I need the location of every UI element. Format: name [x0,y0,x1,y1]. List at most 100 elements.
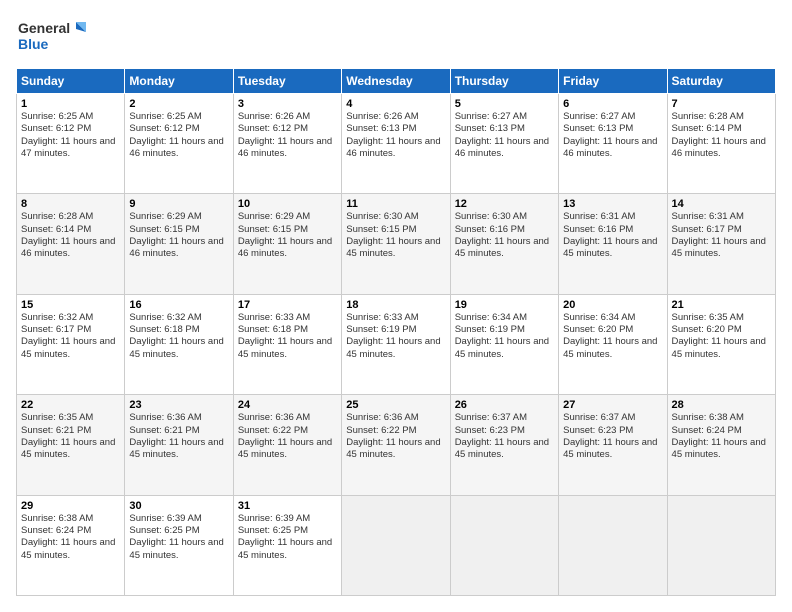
calendar-cell: 6 Sunrise: 6:27 AMSunset: 6:13 PMDayligh… [559,94,667,194]
day-info: Sunrise: 6:37 AMSunset: 6:23 PMDaylight:… [563,412,657,460]
day-info: Sunrise: 6:38 AMSunset: 6:24 PMDaylight:… [21,513,115,561]
day-number: 20 [563,299,662,311]
calendar-cell [450,495,558,595]
day-info: Sunrise: 6:26 AMSunset: 6:13 PMDaylight:… [346,111,440,159]
day-info: Sunrise: 6:39 AMSunset: 6:25 PMDaylight:… [129,513,223,561]
day-info: Sunrise: 6:27 AMSunset: 6:13 PMDaylight:… [455,111,549,159]
logo-svg: General Blue [16,16,86,58]
calendar-cell: 25 Sunrise: 6:36 AMSunset: 6:22 PMDaylig… [342,395,450,495]
calendar-cell: 27 Sunrise: 6:37 AMSunset: 6:23 PMDaylig… [559,395,667,495]
day-info: Sunrise: 6:30 AMSunset: 6:16 PMDaylight:… [455,211,549,259]
day-info: Sunrise: 6:27 AMSunset: 6:13 PMDaylight:… [563,111,657,159]
day-number: 26 [455,399,554,411]
logo: General Blue [16,16,86,58]
day-info: Sunrise: 6:31 AMSunset: 6:17 PMDaylight:… [672,211,766,259]
calendar-cell: 7 Sunrise: 6:28 AMSunset: 6:14 PMDayligh… [667,94,775,194]
calendar-cell: 21 Sunrise: 6:35 AMSunset: 6:20 PMDaylig… [667,294,775,394]
day-number: 29 [21,500,120,512]
calendar-cell: 3 Sunrise: 6:26 AMSunset: 6:12 PMDayligh… [233,94,341,194]
day-info: Sunrise: 6:36 AMSunset: 6:21 PMDaylight:… [129,412,223,460]
day-info: Sunrise: 6:36 AMSunset: 6:22 PMDaylight:… [346,412,440,460]
calendar-day-header: Sunday [17,69,125,94]
calendar-cell: 23 Sunrise: 6:36 AMSunset: 6:21 PMDaylig… [125,395,233,495]
day-info: Sunrise: 6:31 AMSunset: 6:16 PMDaylight:… [563,211,657,259]
calendar-cell: 5 Sunrise: 6:27 AMSunset: 6:13 PMDayligh… [450,94,558,194]
calendar-cell: 13 Sunrise: 6:31 AMSunset: 6:16 PMDaylig… [559,194,667,294]
day-number: 14 [672,198,771,210]
page: General Blue SundayMondayTuesdayWednesda… [0,0,792,612]
svg-text:Blue: Blue [18,36,49,52]
calendar-cell: 1 Sunrise: 6:25 AMSunset: 6:12 PMDayligh… [17,94,125,194]
calendar-week-row: 29 Sunrise: 6:38 AMSunset: 6:24 PMDaylig… [17,495,776,595]
day-info: Sunrise: 6:35 AMSunset: 6:21 PMDaylight:… [21,412,115,460]
calendar-cell [559,495,667,595]
day-info: Sunrise: 6:33 AMSunset: 6:19 PMDaylight:… [346,312,440,360]
day-info: Sunrise: 6:39 AMSunset: 6:25 PMDaylight:… [238,513,332,561]
calendar-body: 1 Sunrise: 6:25 AMSunset: 6:12 PMDayligh… [17,94,776,596]
calendar-cell: 22 Sunrise: 6:35 AMSunset: 6:21 PMDaylig… [17,395,125,495]
day-info: Sunrise: 6:28 AMSunset: 6:14 PMDaylight:… [672,111,766,159]
day-info: Sunrise: 6:36 AMSunset: 6:22 PMDaylight:… [238,412,332,460]
day-info: Sunrise: 6:25 AMSunset: 6:12 PMDaylight:… [129,111,223,159]
header: General Blue [16,16,776,58]
day-number: 10 [238,198,337,210]
day-number: 7 [672,98,771,110]
calendar-cell: 16 Sunrise: 6:32 AMSunset: 6:18 PMDaylig… [125,294,233,394]
calendar-cell: 31 Sunrise: 6:39 AMSunset: 6:25 PMDaylig… [233,495,341,595]
calendar-cell: 14 Sunrise: 6:31 AMSunset: 6:17 PMDaylig… [667,194,775,294]
day-info: Sunrise: 6:29 AMSunset: 6:15 PMDaylight:… [129,211,223,259]
day-number: 22 [21,399,120,411]
day-info: Sunrise: 6:32 AMSunset: 6:18 PMDaylight:… [129,312,223,360]
day-number: 25 [346,399,445,411]
day-number: 23 [129,399,228,411]
calendar-cell: 10 Sunrise: 6:29 AMSunset: 6:15 PMDaylig… [233,194,341,294]
day-number: 13 [563,198,662,210]
day-info: Sunrise: 6:33 AMSunset: 6:18 PMDaylight:… [238,312,332,360]
calendar-cell: 20 Sunrise: 6:34 AMSunset: 6:20 PMDaylig… [559,294,667,394]
calendar-table: SundayMondayTuesdayWednesdayThursdayFrid… [16,68,776,596]
calendar-week-row: 22 Sunrise: 6:35 AMSunset: 6:21 PMDaylig… [17,395,776,495]
day-number: 15 [21,299,120,311]
calendar-cell: 26 Sunrise: 6:37 AMSunset: 6:23 PMDaylig… [450,395,558,495]
day-number: 17 [238,299,337,311]
calendar-week-row: 15 Sunrise: 6:32 AMSunset: 6:17 PMDaylig… [17,294,776,394]
day-number: 27 [563,399,662,411]
day-number: 1 [21,98,120,110]
calendar-cell: 29 Sunrise: 6:38 AMSunset: 6:24 PMDaylig… [17,495,125,595]
day-number: 5 [455,98,554,110]
day-number: 19 [455,299,554,311]
calendar-cell: 4 Sunrise: 6:26 AMSunset: 6:13 PMDayligh… [342,94,450,194]
calendar-day-header: Friday [559,69,667,94]
day-info: Sunrise: 6:34 AMSunset: 6:19 PMDaylight:… [455,312,549,360]
day-info: Sunrise: 6:29 AMSunset: 6:15 PMDaylight:… [238,211,332,259]
calendar-day-header: Monday [125,69,233,94]
calendar-cell: 8 Sunrise: 6:28 AMSunset: 6:14 PMDayligh… [17,194,125,294]
day-number: 11 [346,198,445,210]
day-number: 2 [129,98,228,110]
day-info: Sunrise: 6:38 AMSunset: 6:24 PMDaylight:… [672,412,766,460]
day-number: 16 [129,299,228,311]
day-info: Sunrise: 6:25 AMSunset: 6:12 PMDaylight:… [21,111,115,159]
day-number: 24 [238,399,337,411]
calendar-day-header: Thursday [450,69,558,94]
day-info: Sunrise: 6:26 AMSunset: 6:12 PMDaylight:… [238,111,332,159]
calendar-cell: 12 Sunrise: 6:30 AMSunset: 6:16 PMDaylig… [450,194,558,294]
day-number: 31 [238,500,337,512]
day-info: Sunrise: 6:34 AMSunset: 6:20 PMDaylight:… [563,312,657,360]
day-number: 3 [238,98,337,110]
calendar-cell [342,495,450,595]
calendar-cell: 17 Sunrise: 6:33 AMSunset: 6:18 PMDaylig… [233,294,341,394]
calendar-cell: 24 Sunrise: 6:36 AMSunset: 6:22 PMDaylig… [233,395,341,495]
calendar-cell: 11 Sunrise: 6:30 AMSunset: 6:15 PMDaylig… [342,194,450,294]
day-number: 6 [563,98,662,110]
calendar-week-row: 1 Sunrise: 6:25 AMSunset: 6:12 PMDayligh… [17,94,776,194]
calendar-day-header: Wednesday [342,69,450,94]
calendar-cell: 19 Sunrise: 6:34 AMSunset: 6:19 PMDaylig… [450,294,558,394]
day-number: 12 [455,198,554,210]
day-number: 4 [346,98,445,110]
day-info: Sunrise: 6:35 AMSunset: 6:20 PMDaylight:… [672,312,766,360]
calendar-cell: 15 Sunrise: 6:32 AMSunset: 6:17 PMDaylig… [17,294,125,394]
day-number: 21 [672,299,771,311]
calendar-cell: 9 Sunrise: 6:29 AMSunset: 6:15 PMDayligh… [125,194,233,294]
day-info: Sunrise: 6:28 AMSunset: 6:14 PMDaylight:… [21,211,115,259]
